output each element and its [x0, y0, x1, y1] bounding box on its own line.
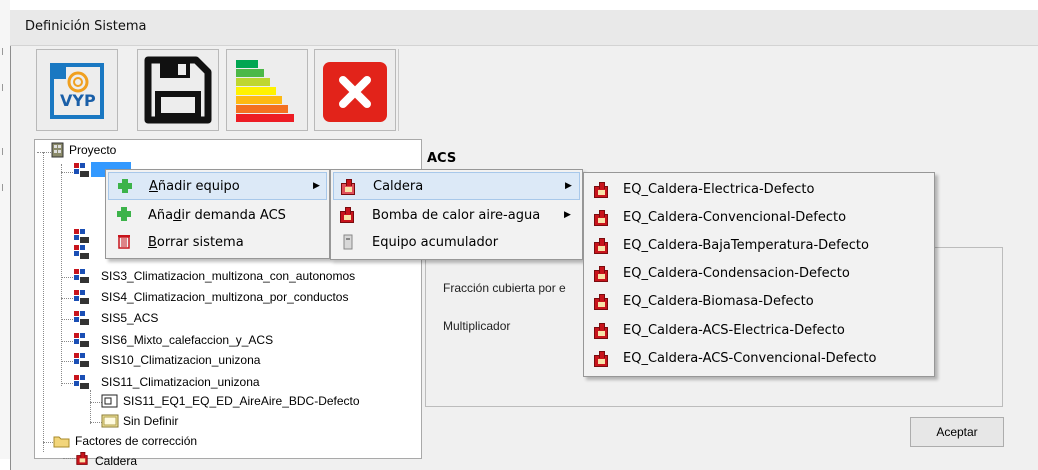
- caldera-item-label: EQ_Caldera-Electrica-Defecto: [623, 181, 815, 197]
- caldera-item-label: EQ_Caldera-Biomasa-Defecto: [623, 293, 814, 309]
- energy-rating-icon: [236, 60, 294, 122]
- caldera-item-electrica[interactable]: EQ_Caldera-Electrica-Defecto: [586, 175, 932, 203]
- save-button[interactable]: [137, 49, 219, 131]
- caldera-item-convencional[interactable]: EQ_Caldera-Convencional-Defecto: [586, 203, 932, 231]
- add-icon: [117, 207, 131, 221]
- caldera-item-biomasa[interactable]: EQ_Caldera-Biomasa-Defecto: [586, 287, 932, 315]
- add-icon: [118, 179, 132, 193]
- caldera-item-label: EQ_Caldera-Convencional-Defecto: [623, 209, 847, 225]
- caldera-node-icon: [76, 452, 88, 465]
- svg-text:VYP: VYP: [60, 91, 96, 110]
- panel-heading: ACS: [427, 151, 457, 166]
- caldera-icon: [341, 179, 355, 195]
- caldera-item-label: EQ_Caldera-ACS-Electrica-Defecto: [623, 322, 845, 338]
- caldera-icon: [594, 182, 608, 198]
- caldera-icon: [594, 266, 608, 282]
- caldera-icon: [594, 294, 608, 310]
- tree-item-factores[interactable]: Factores de corrección: [75, 434, 197, 448]
- fraction-label: Fracción cubierta por e: [443, 281, 566, 295]
- submenu-item-label: Caldera: [373, 178, 424, 194]
- submenu-item-caldera[interactable]: Caldera ▶: [333, 172, 580, 200]
- caldera-item-bajatemperatura[interactable]: EQ_Caldera-BajaTemperatura-Defecto: [586, 231, 932, 259]
- context-menu: Añadir equipo ▶ Añadir demanda ACS Borra…: [105, 169, 330, 259]
- folder-icon: [53, 436, 70, 448]
- caldera-icon: [594, 238, 608, 254]
- energy-rating-button[interactable]: [226, 49, 308, 131]
- heat-pump-icon: [340, 207, 354, 223]
- save-icon: [144, 56, 212, 124]
- trash-icon: [118, 235, 130, 249]
- menu-item-borrar-sistema[interactable]: Borrar sistema: [108, 228, 327, 256]
- caldera-item-label: EQ_Caldera-Condensacion-Defecto: [623, 265, 850, 281]
- tree-item-caldera-partial[interactable]: Caldera: [95, 454, 137, 468]
- submenu-arrow-icon: ▶: [313, 181, 320, 191]
- tree-item-sis3[interactable]: SIS3_Climatizacion_multizona_con_autonom…: [101, 269, 355, 283]
- equipment-node-icon: [101, 394, 118, 408]
- submenu-item-label: Equipo acumulador: [372, 234, 499, 250]
- toolbar-separator: [398, 49, 399, 131]
- tree-item-sis6[interactable]: SIS6_Mixto_calefaccion_y_ACS: [101, 333, 273, 347]
- caldera-item-condensacion[interactable]: EQ_Caldera-Condensacion-Defecto: [586, 259, 932, 287]
- tank-icon: [343, 234, 353, 250]
- equipment-type-submenu: Caldera ▶ Bomba de calor aire-agua ▶ Equ…: [330, 169, 583, 260]
- tree-item-sis10[interactable]: SIS10_Climatizacion_unizona: [101, 353, 260, 367]
- close-button[interactable]: [314, 49, 396, 131]
- tree-item-sin-definir[interactable]: Sin Definir: [123, 414, 178, 428]
- submenu-item-acumulador[interactable]: Equipo acumulador: [333, 228, 580, 256]
- system-node-icon: [74, 290, 89, 304]
- tree-item-sis4[interactable]: SIS4_Climatizacion_multizona_por_conduct…: [101, 290, 348, 304]
- caldera-item-acs-convencional[interactable]: EQ_Caldera-ACS-Convencional-Defecto: [586, 344, 932, 372]
- multiplier-label: Multiplicador: [443, 319, 511, 333]
- submenu-item-label: Bomba de calor aire-agua: [372, 207, 541, 223]
- close-icon: [323, 62, 387, 122]
- vyp-logo-icon: VYP: [50, 63, 104, 119]
- background-window-edge: [0, 0, 10, 459]
- caldera-item-acs-electrica[interactable]: EQ_Caldera-ACS-Electrica-Defecto: [586, 316, 932, 344]
- menu-item-anadir-demanda[interactable]: Añadir demanda ACS: [108, 201, 327, 229]
- undefined-node-icon: [101, 414, 119, 428]
- system-node-icon: [74, 269, 89, 283]
- system-node-icon: [74, 311, 89, 325]
- menu-item-label: Borrar sistema: [148, 234, 244, 250]
- caldera-icon: [594, 323, 608, 339]
- accept-button[interactable]: Aceptar: [910, 417, 1004, 447]
- menu-item-label: Añadir demanda ACS: [148, 207, 286, 223]
- project-icon: [51, 142, 64, 158]
- system-node-icon: [74, 333, 89, 347]
- caldera-item-label: EQ_Caldera-BajaTemperatura-Defecto: [623, 237, 869, 253]
- submenu-arrow-icon: ▶: [564, 210, 571, 220]
- caldera-submenu: EQ_Caldera-Electrica-Defecto EQ_Caldera-…: [583, 172, 935, 377]
- tree-item-sis11-equipment[interactable]: SIS11_EQ1_EQ_ED_AireAire_BDC-Defecto: [123, 394, 360, 408]
- submenu-item-bomba-calor[interactable]: Bomba de calor aire-agua ▶: [333, 201, 580, 229]
- vyp-logo-button[interactable]: VYP: [36, 49, 118, 131]
- menu-item-anadir-equipo[interactable]: Añadir equipo ▶: [108, 172, 327, 200]
- title-bar[interactable]: [10, 10, 1038, 46]
- system-node-icon: [74, 245, 89, 259]
- caldera-icon: [594, 351, 608, 367]
- menu-item-label: Añadir equipo: [149, 178, 240, 194]
- tree-item-sis11[interactable]: SIS11_Climatizacion_unizona: [101, 375, 260, 389]
- system-node-icon: [74, 353, 89, 367]
- submenu-arrow-icon: ▶: [565, 181, 572, 191]
- tree-item-sis5[interactable]: SIS5_ACS: [101, 311, 158, 325]
- tree-root-proyecto[interactable]: Proyecto: [69, 143, 116, 157]
- system-node-icon: [74, 163, 89, 177]
- caldera-item-label: EQ_Caldera-ACS-Convencional-Defecto: [623, 350, 877, 366]
- caldera-icon: [594, 210, 608, 226]
- system-node-icon: [74, 229, 89, 243]
- system-node-icon: [74, 375, 89, 389]
- window-title: Definición Sistema: [25, 19, 147, 34]
